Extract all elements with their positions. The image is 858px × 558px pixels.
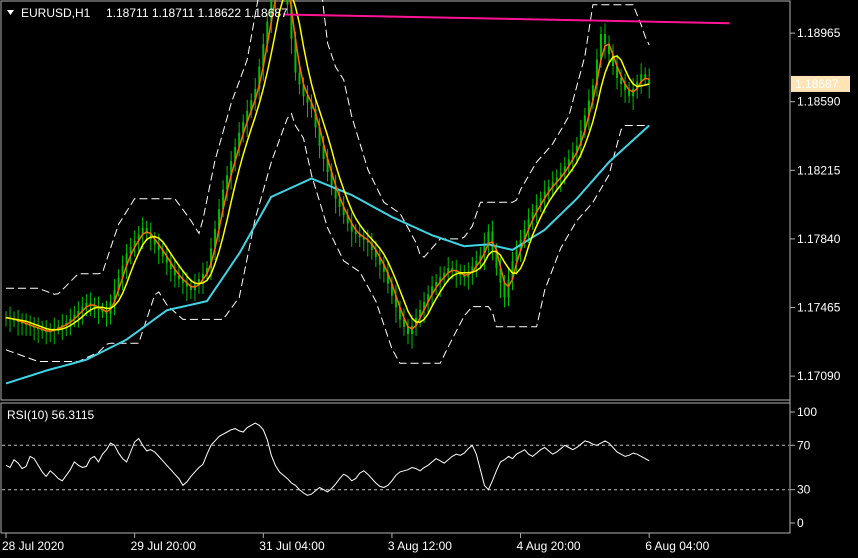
- candle: [467, 262, 470, 290]
- candle: [640, 63, 643, 94]
- candle: [475, 250, 478, 278]
- candle: [527, 208, 530, 244]
- candle: [644, 67, 647, 86]
- candle: [628, 81, 631, 104]
- candle: [378, 246, 381, 279]
- candle: [306, 85, 309, 118]
- price-tick-label: 1.17840: [797, 232, 841, 246]
- candle: [25, 313, 28, 336]
- rsi-levels-layer: [2, 444, 789, 491]
- candle: [262, 33, 265, 81]
- candle: [595, 48, 598, 97]
- rsi-tick-label: 0: [797, 516, 804, 530]
- candle: [394, 284, 397, 323]
- candle: [9, 306, 12, 333]
- candle: [165, 245, 168, 276]
- candle: [587, 89, 590, 130]
- candle: [129, 237, 132, 265]
- candle: [181, 270, 184, 295]
- candle: [411, 315, 414, 349]
- candle: [177, 265, 180, 288]
- candle: [603, 23, 606, 59]
- candle: [169, 253, 172, 282]
- rsi-tick-label: 70: [797, 438, 811, 452]
- candle: [407, 318, 409, 345]
- candle: [511, 251, 514, 291]
- candle: [612, 44, 615, 75]
- candle: [234, 138, 237, 172]
- candle: [173, 259, 176, 288]
- symbol-label: EURUSD,H1: [21, 6, 91, 20]
- rsi-title: RSI(10) 56.3115: [7, 408, 94, 422]
- candle: [487, 224, 490, 254]
- candle: [214, 220, 217, 261]
- candle: [435, 274, 438, 296]
- candle: [133, 230, 136, 257]
- price-tick-label: 1.17465: [797, 301, 841, 315]
- candle: [624, 73, 627, 103]
- upper-band-line: [6, 0, 650, 295]
- candle: [105, 300, 108, 327]
- candle: [402, 308, 405, 336]
- candle: [33, 317, 36, 341]
- time-axis: 28 Jul 2020 29 Jul 20:00 31 Jul 04:00 3 Aug…: [2, 533, 710, 553]
- candle: [97, 296, 100, 324]
- candles-layer: [5, 0, 651, 349]
- candle: [354, 224, 357, 243]
- candle: [5, 311, 7, 327]
- candle: [37, 317, 40, 344]
- candle: [49, 323, 52, 343]
- candle: [314, 98, 317, 139]
- time-tick-label: 31 Jul 04:00: [259, 539, 325, 553]
- candle: [153, 232, 156, 254]
- rsi-panel: [0, 402, 791, 534]
- resistance-line[interactable]: [283, 13, 730, 25]
- price-tick-label: 1.18965: [797, 26, 841, 40]
- candle: [539, 191, 542, 213]
- price-tick-label: 1.18215: [797, 163, 841, 177]
- candle: [57, 319, 60, 335]
- time-tick-label: 4 Aug 20:00: [517, 539, 581, 553]
- rsi-axis: 100 70 30 0: [790, 405, 817, 530]
- candle: [121, 255, 124, 291]
- ohlc-values: 1.18711 1.18711 1.18622 1.18687: [106, 6, 288, 20]
- current-price-tag: 1.18687: [791, 75, 850, 92]
- time-tick-label: 6 Aug 04:00: [645, 539, 709, 553]
- chart-canvas[interactable]: 1.18965 1.18590 1.18215 1.17840 1.17465 1.170…: [0, 0, 858, 558]
- current-price-label: 1.18687: [795, 77, 839, 91]
- candle: [551, 171, 554, 197]
- candle: [17, 309, 20, 336]
- candle: [254, 77, 257, 111]
- candle: [515, 240, 518, 275]
- price-tick-label: 1.17090: [797, 369, 841, 383]
- candle: [535, 194, 538, 224]
- candle: [45, 319, 48, 345]
- collapse-triangle-icon[interactable]: [7, 10, 14, 15]
- rsi-line: [5, 422, 650, 496]
- candle: [431, 275, 434, 305]
- candle: [491, 220, 494, 261]
- candle: [382, 256, 385, 283]
- time-tick-label: 28 Jul 2020: [2, 539, 64, 553]
- rsi-tick-label: 100: [797, 405, 817, 419]
- main-price-panel: [0, 0, 791, 401]
- candle: [350, 212, 353, 247]
- candle: [89, 292, 92, 317]
- candle: [125, 244, 128, 279]
- candle: [21, 313, 24, 336]
- candle: [419, 300, 422, 328]
- time-tick-label: 29 Jul 20:00: [131, 539, 197, 553]
- price-tick-label: 1.18590: [797, 95, 841, 109]
- candle: [459, 264, 462, 286]
- candle: [334, 174, 337, 214]
- rsi-tick-label: 30: [797, 483, 811, 497]
- candle: [616, 56, 619, 90]
- time-tick-label: 3 Aug 12:00: [388, 539, 452, 553]
- candle: [145, 220, 148, 241]
- candle: [113, 279, 116, 316]
- candle: [161, 242, 164, 264]
- candle: [567, 149, 570, 174]
